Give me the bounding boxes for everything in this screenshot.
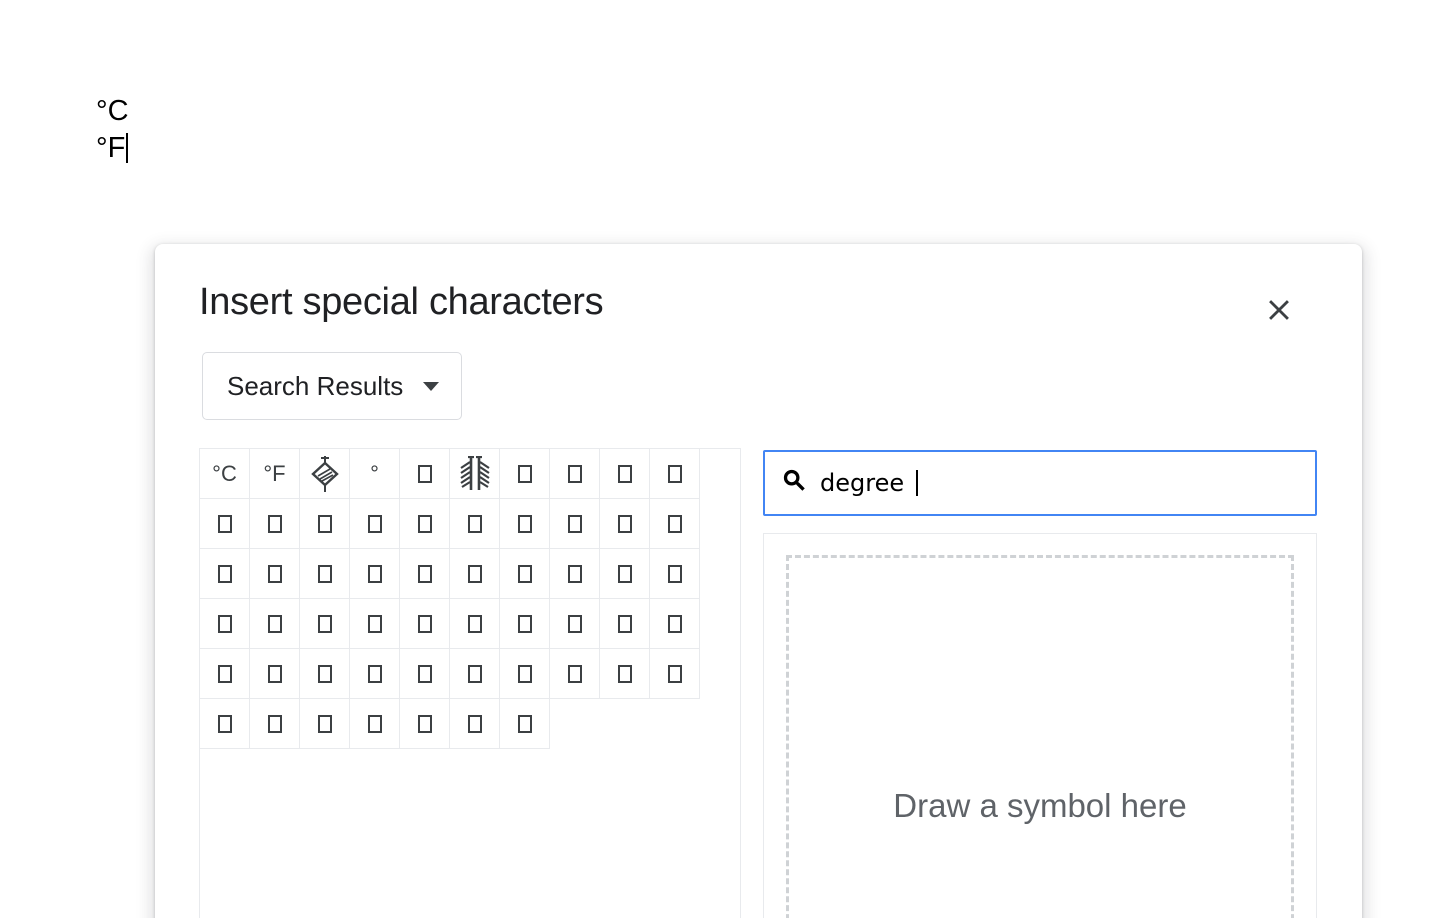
character-cell[interactable] bbox=[500, 499, 550, 549]
character-grid-panel: °C °F ° bbox=[199, 448, 741, 918]
character-cell[interactable] bbox=[500, 699, 550, 749]
character-cell[interactable] bbox=[250, 699, 300, 749]
feather-glyph-icon bbox=[458, 455, 492, 492]
character-cell[interactable] bbox=[600, 549, 650, 599]
character-cell[interactable] bbox=[600, 649, 650, 699]
character-cell[interactable] bbox=[200, 549, 250, 599]
character-cell[interactable] bbox=[550, 449, 600, 499]
character-cell[interactable] bbox=[300, 549, 350, 599]
chevron-down-icon bbox=[423, 381, 440, 391]
character-cell-label: °C bbox=[212, 460, 237, 486]
character-cell[interactable] bbox=[300, 699, 350, 749]
character-cell[interactable] bbox=[200, 499, 250, 549]
character-cell[interactable] bbox=[550, 599, 600, 649]
search-icon bbox=[781, 467, 808, 499]
character-cell[interactable] bbox=[200, 599, 250, 649]
close-dialog-button[interactable] bbox=[1255, 286, 1303, 334]
search-input-value: degree bbox=[820, 469, 905, 497]
character-cell[interactable] bbox=[650, 449, 700, 499]
character-cell[interactable] bbox=[400, 699, 450, 749]
insert-special-characters-dialog: Insert special characters Search Results… bbox=[155, 244, 1362, 918]
character-cell[interactable] bbox=[650, 549, 700, 599]
document-line-1: °C bbox=[96, 95, 129, 127]
dialog-title: Insert special characters bbox=[199, 281, 604, 323]
close-icon bbox=[1262, 293, 1296, 327]
character-cell[interactable] bbox=[600, 499, 650, 549]
character-cell[interactable] bbox=[500, 449, 550, 499]
character-cell[interactable] bbox=[250, 499, 300, 549]
document-line-2: °F bbox=[96, 129, 129, 167]
character-cell[interactable] bbox=[350, 649, 400, 699]
character-cell-label: ° bbox=[370, 460, 379, 486]
character-cell[interactable] bbox=[450, 499, 500, 549]
character-cell[interactable] bbox=[400, 449, 450, 499]
character-cell[interactable]: ° bbox=[350, 449, 400, 499]
draw-symbol-hint: Draw a symbol here bbox=[893, 787, 1187, 824]
character-cell[interactable] bbox=[600, 449, 650, 499]
character-cell[interactable] bbox=[500, 599, 550, 649]
character-cell[interactable] bbox=[650, 599, 700, 649]
character-cell[interactable] bbox=[350, 599, 400, 649]
search-input[interactable]: degree bbox=[763, 450, 1317, 516]
character-cell[interactable] bbox=[450, 699, 500, 749]
category-dropdown-label: Search Results bbox=[227, 370, 404, 401]
character-cell[interactable] bbox=[400, 649, 450, 699]
character-cell[interactable] bbox=[600, 599, 650, 649]
character-cell[interactable] bbox=[450, 449, 500, 499]
character-cell[interactable] bbox=[250, 599, 300, 649]
character-cell[interactable] bbox=[400, 549, 450, 599]
text-cursor bbox=[126, 133, 129, 163]
character-cell[interactable] bbox=[250, 549, 300, 599]
category-dropdown[interactable]: Search Results bbox=[202, 352, 463, 420]
draw-symbol-panel[interactable]: Draw a symbol here bbox=[763, 533, 1317, 918]
character-cell[interactable] bbox=[450, 549, 500, 599]
kite-glyph-icon bbox=[310, 455, 340, 493]
character-cell[interactable] bbox=[400, 599, 450, 649]
character-cell[interactable] bbox=[200, 699, 250, 749]
character-cell[interactable] bbox=[300, 599, 350, 649]
character-cell[interactable] bbox=[300, 499, 350, 549]
character-cell[interactable] bbox=[550, 499, 600, 549]
character-grid: °C °F ° bbox=[200, 449, 700, 749]
character-cell[interactable] bbox=[350, 699, 400, 749]
draw-symbol-canvas[interactable]: Draw a symbol here bbox=[786, 555, 1294, 918]
character-cell[interactable] bbox=[550, 649, 600, 699]
character-cell[interactable]: °F bbox=[250, 449, 300, 499]
character-cell[interactable] bbox=[450, 599, 500, 649]
character-cell[interactable] bbox=[350, 549, 400, 599]
character-cell[interactable] bbox=[200, 649, 250, 699]
search-cursor bbox=[916, 470, 919, 496]
character-cell[interactable] bbox=[650, 499, 700, 549]
character-cell[interactable] bbox=[500, 549, 550, 599]
document-line-2-text: °F bbox=[96, 132, 126, 164]
character-cell[interactable] bbox=[250, 649, 300, 699]
character-cell[interactable] bbox=[500, 649, 550, 699]
character-cell[interactable] bbox=[350, 499, 400, 549]
character-cell[interactable] bbox=[400, 499, 450, 549]
character-cell[interactable] bbox=[450, 649, 500, 699]
character-cell[interactable] bbox=[300, 449, 350, 499]
screen-root: °C °F Insert special characters Search R… bbox=[0, 0, 1452, 918]
character-cell[interactable] bbox=[550, 549, 600, 599]
character-cell[interactable]: °C bbox=[200, 449, 250, 499]
character-cell-label: °F bbox=[263, 460, 286, 486]
character-cell[interactable] bbox=[650, 649, 700, 699]
character-cell[interactable] bbox=[300, 649, 350, 699]
